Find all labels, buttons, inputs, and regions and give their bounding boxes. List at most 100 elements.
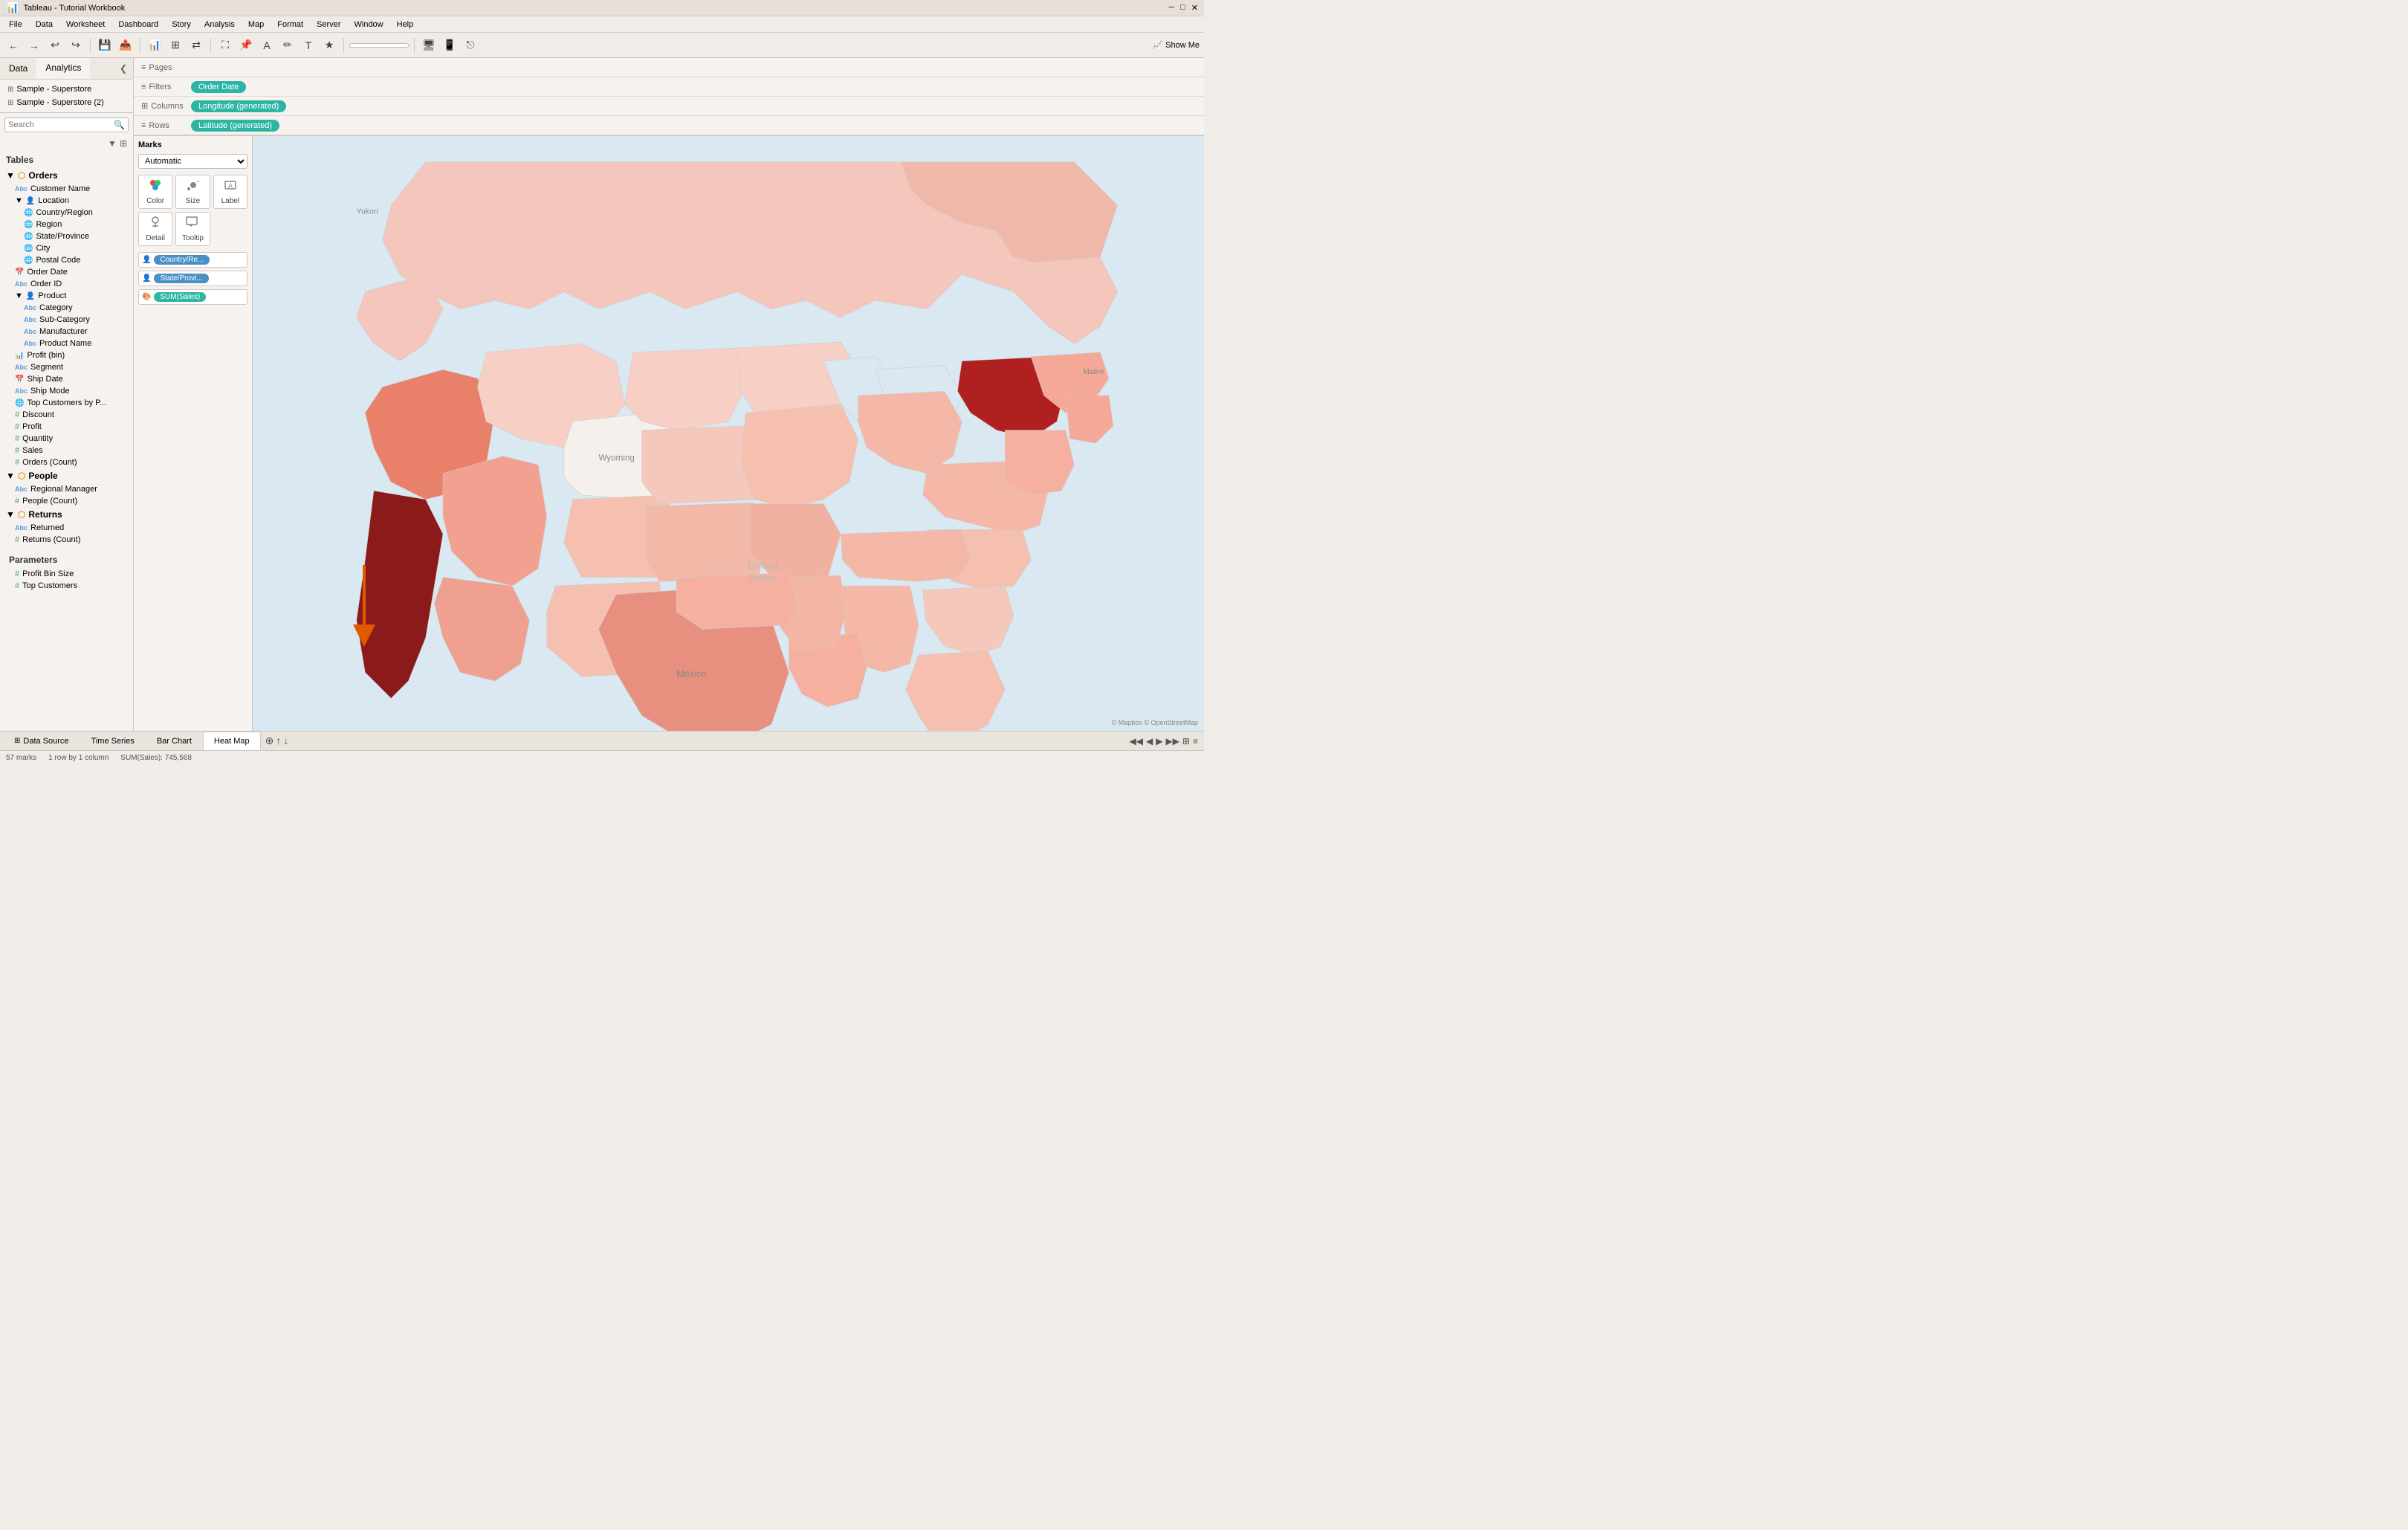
order-date-filter-pill[interactable]: Order Date: [191, 81, 246, 93]
close-button[interactable]: ✕: [1191, 3, 1198, 13]
menu-window[interactable]: Window: [349, 19, 389, 30]
field-people-count[interactable]: # People (Count): [3, 495, 130, 507]
search-input[interactable]: [8, 120, 114, 129]
filter-icon[interactable]: ▼: [108, 138, 117, 149]
toolbar-forward[interactable]: →: [25, 36, 43, 54]
sort-asc-button[interactable]: ↑: [276, 735, 281, 747]
nav-next-button[interactable]: ▶: [1156, 736, 1162, 746]
toolbar-tooltip[interactable]: T: [300, 36, 317, 54]
tab-bar-chart[interactable]: Bar Chart: [146, 732, 203, 750]
field-order-date[interactable]: 📅 Order Date: [3, 266, 130, 278]
toolbar-device[interactable]: 📱: [441, 36, 459, 54]
people-group-header[interactable]: ▼ ⬡ People: [3, 468, 130, 483]
menu-story[interactable]: Story: [166, 19, 197, 30]
maximize-button[interactable]: □: [1180, 3, 1185, 13]
tab-analytics[interactable]: Analytics: [36, 58, 90, 79]
toolbar-save[interactable]: 💾: [96, 36, 114, 54]
field-state[interactable]: 🌐 State/Province: [3, 230, 130, 242]
nav-left-button[interactable]: ◀◀: [1130, 736, 1143, 746]
marks-type-select[interactable]: Automatic Bar Line Area Square Circle Sh…: [138, 154, 247, 169]
search-box[interactable]: 🔍: [4, 117, 129, 132]
minimize-button[interactable]: ─: [1168, 3, 1174, 13]
field-customer-name[interactable]: Abc Customer Name: [3, 183, 130, 195]
field-discount[interactable]: # Discount: [3, 409, 130, 421]
nav-prev-button[interactable]: ◀: [1146, 736, 1153, 746]
field-returns-count[interactable]: # Returns (Count): [3, 534, 130, 546]
toolbar-star[interactable]: ★: [320, 36, 338, 54]
marks-size-button[interactable]: Size: [175, 175, 210, 209]
field-region[interactable]: 🌐 Region: [3, 219, 130, 230]
grid-view-icon[interactable]: ⊞: [120, 138, 127, 149]
toolbar-swap[interactable]: ⇄: [187, 36, 205, 54]
menu-server[interactable]: Server: [311, 19, 346, 30]
marks-field-sales[interactable]: 🎨 SUM(Sales): [138, 289, 247, 305]
toolbar-back[interactable]: ←: [4, 36, 22, 54]
datasource-superstore[interactable]: ⊞ Sample - Superstore: [4, 83, 129, 96]
longitude-pill[interactable]: Longitude (generated): [191, 100, 286, 112]
field-quantity[interactable]: # Quantity: [3, 433, 130, 445]
field-segment[interactable]: Abc Segment: [3, 361, 130, 373]
field-top-customers[interactable]: 🌐 Top Customers by P...: [3, 397, 130, 409]
marks-detail-button[interactable]: Detail: [138, 212, 172, 246]
menu-analysis[interactable]: Analysis: [198, 19, 241, 30]
field-product-name[interactable]: Abc Product Name: [3, 338, 130, 349]
latitude-pill[interactable]: Latitude (generated): [191, 120, 279, 132]
toolbar-search[interactable]: [349, 43, 409, 48]
toolbar-table[interactable]: ⊞: [166, 36, 184, 54]
toolbar-present[interactable]: 🖥: [420, 36, 438, 54]
field-ship-date[interactable]: 📅 Ship Date: [3, 373, 130, 385]
field-product-group[interactable]: ▼ 👤 Product: [3, 290, 130, 302]
field-orders-count[interactable]: # Orders (Count): [3, 456, 130, 468]
marks-label-button[interactable]: A Label: [213, 175, 247, 209]
returns-group-header[interactable]: ▼ ⬡ Returns: [3, 507, 130, 522]
menu-dashboard[interactable]: Dashboard: [112, 19, 164, 30]
field-regional-manager[interactable]: Abc Regional Manager: [3, 483, 130, 495]
field-postal[interactable]: 🌐 Postal Code: [3, 254, 130, 266]
field-profit-bin[interactable]: 📊 Profit (bin): [3, 349, 130, 361]
orders-group-header[interactable]: ▼ ⬡ Orders: [3, 168, 130, 183]
field-country[interactable]: 🌐 Country/Region: [3, 207, 130, 219]
toolbar-share[interactable]: ⎋: [462, 36, 479, 54]
view-grid-button[interactable]: ⊞: [1182, 736, 1190, 746]
view-list-button[interactable]: ≡: [1193, 736, 1198, 746]
menu-worksheet[interactable]: Worksheet: [60, 19, 111, 30]
menu-data[interactable]: Data: [30, 19, 59, 30]
field-returned[interactable]: Abc Returned: [3, 522, 130, 534]
field-profit-bin-size[interactable]: # Profit Bin Size: [3, 568, 130, 580]
datasource-superstore2[interactable]: ⊞ Sample - Superstore (2): [4, 96, 129, 109]
field-manufacturer[interactable]: Abc Manufacturer: [3, 326, 130, 338]
tab-time-series[interactable]: Time Series: [80, 732, 146, 750]
toolbar-publish[interactable]: 📤: [117, 36, 135, 54]
toolbar-label[interactable]: A: [258, 36, 276, 54]
field-city[interactable]: 🌐 City: [3, 242, 130, 254]
show-me-button[interactable]: 📈 Show Me: [1152, 40, 1200, 50]
toolbar-redo[interactable]: ↪: [67, 36, 85, 54]
menu-file[interactable]: File: [3, 19, 28, 30]
tab-heat-map[interactable]: Heat Map: [203, 732, 261, 750]
menu-map[interactable]: Map: [242, 19, 270, 30]
marks-field-country[interactable]: 👤 Country/Re...: [138, 252, 247, 268]
add-sheet-button[interactable]: ⊕: [265, 735, 274, 747]
toolbar-undo[interactable]: ↩: [46, 36, 64, 54]
field-ship-mode[interactable]: Abc Ship Mode: [3, 385, 130, 397]
marks-color-button[interactable]: Color: [138, 175, 172, 209]
sort-desc-button[interactable]: ↓: [283, 735, 288, 747]
field-category[interactable]: Abc Category: [3, 302, 130, 314]
field-location-group[interactable]: ▼ 👤 Location: [3, 195, 130, 207]
marks-field-state[interactable]: 👤 State/Provi...: [138, 271, 247, 286]
tab-data[interactable]: Data: [0, 59, 36, 78]
toolbar-fix[interactable]: 📌: [237, 36, 255, 54]
field-order-id[interactable]: Abc Order ID: [3, 278, 130, 290]
menu-help[interactable]: Help: [391, 19, 420, 30]
marks-tooltip-button[interactable]: Tooltip: [175, 212, 210, 246]
menu-format[interactable]: Format: [271, 19, 309, 30]
field-profit[interactable]: # Profit: [3, 421, 130, 433]
nav-right-button[interactable]: ▶▶: [1165, 736, 1179, 746]
toolbar-annotate[interactable]: ✏: [279, 36, 297, 54]
toolbar-fit[interactable]: ⛶: [216, 36, 234, 54]
field-top-customers-param[interactable]: # Top Customers: [3, 580, 130, 592]
collapse-panel-button[interactable]: ❮: [114, 60, 133, 77]
toolbar-chart[interactable]: 📊: [146, 36, 164, 54]
field-sales[interactable]: # Sales: [3, 445, 130, 456]
tab-data-source[interactable]: ⊞ Data Source: [3, 732, 80, 750]
